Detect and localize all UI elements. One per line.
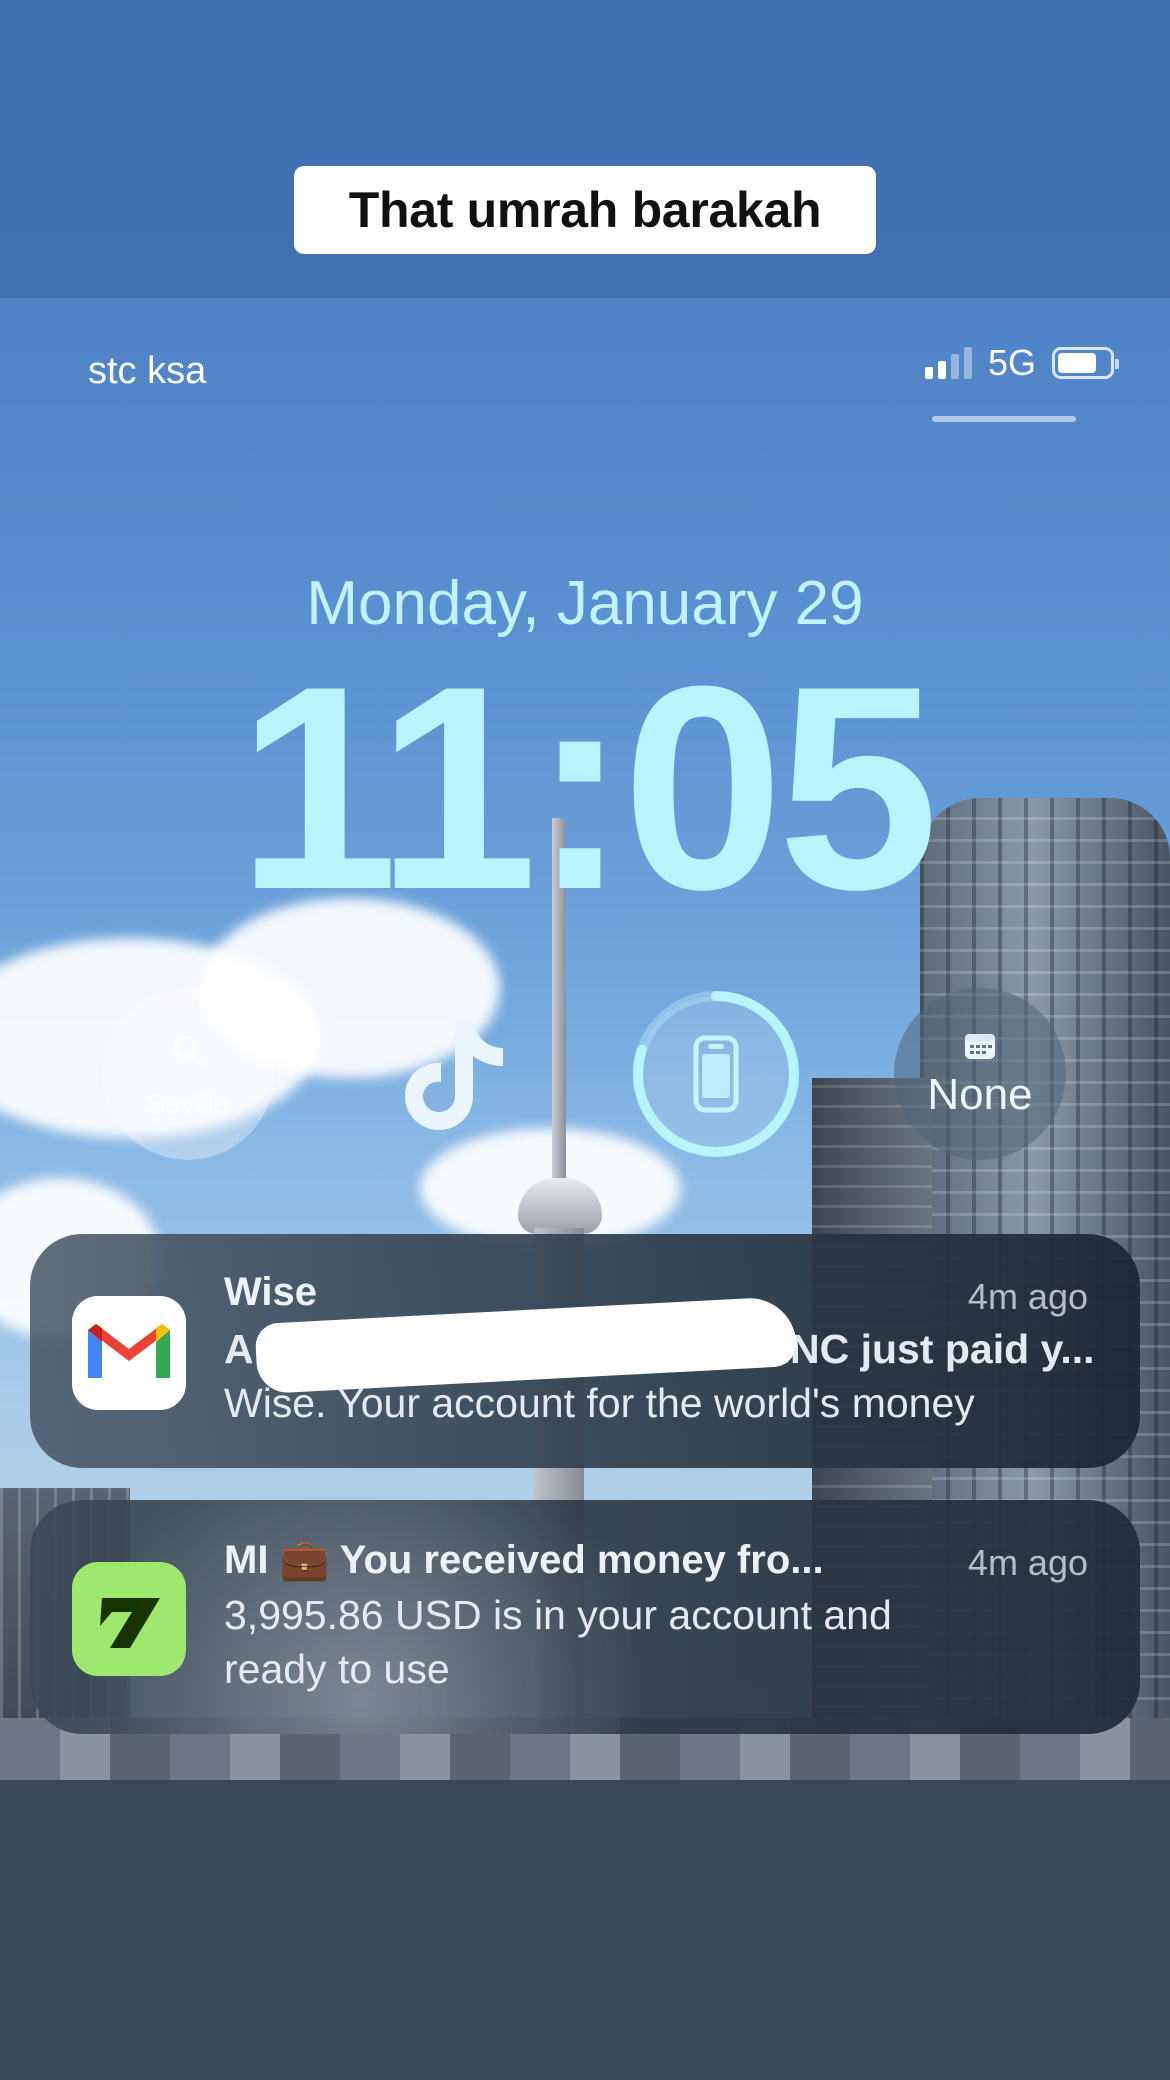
battery-ring — [633, 991, 799, 1157]
lock-clock: 11:05 — [237, 626, 939, 950]
notification-body: Wise. Your account for the world's money — [224, 1380, 975, 1426]
status-indicators: 5G — [924, 342, 1119, 384]
notification-body-line2: ready to use — [224, 1646, 450, 1692]
wise-icon — [72, 1562, 186, 1676]
story-footer — [0, 1780, 1170, 2080]
battery-icon — [1052, 347, 1119, 379]
network-type: 5G — [987, 342, 1036, 383]
weather-location: Seville — [146, 1088, 230, 1119]
tower-pod — [518, 1178, 602, 1234]
weather-widget[interactable]: Seville — [102, 988, 274, 1160]
caption-text: That umrah barakah — [348, 182, 822, 238]
carrier-label: stc ksa — [88, 350, 207, 392]
battery-cap — [1115, 359, 1119, 369]
story-header: That umrah barakah — [0, 0, 1170, 298]
notification-title: MI 💼 You received money fro... — [224, 1538, 824, 1582]
subject-suffix: INC just paid y... — [778, 1326, 1095, 1372]
signal-bar — [963, 347, 972, 379]
signal-bar — [924, 367, 933, 379]
signal-bar — [950, 354, 959, 379]
caption-sticker: That umrah barakah — [294, 166, 876, 254]
device-battery-widget[interactable] — [630, 988, 802, 1160]
notification-time: 4m ago — [967, 1276, 1088, 1317]
notification-body-line1: 3,995.86 USD is in your account and — [224, 1592, 892, 1638]
control-center-indicator[interactable] — [932, 416, 1076, 422]
calendar-icon — [965, 1034, 995, 1059]
calendar-label: None — [927, 1070, 1033, 1119]
lock-screen: stc ksa 5G Monday, January 29 11:05 Sevi… — [0, 298, 1170, 1780]
battery-fill — [1058, 353, 1096, 373]
signal-icon — [924, 347, 972, 379]
signal-bar — [937, 361, 946, 379]
tiktok-icon — [405, 1020, 503, 1130]
search-icon — [173, 1035, 204, 1066]
tiktok-widget[interactable] — [366, 988, 538, 1160]
notification-time: 4m ago — [967, 1542, 1088, 1583]
notification-gmail[interactable]: Wise 4m ago A INC just paid y... Wise. Yo… — [30, 1234, 1140, 1468]
notification-wise[interactable]: MI 💼 You received money fro... 4m ago 3,… — [30, 1500, 1140, 1734]
notification-title: Wise — [224, 1270, 318, 1314]
gmail-icon — [72, 1296, 186, 1410]
calendar-widget[interactable]: None — [894, 988, 1066, 1160]
subject-prefix: A — [224, 1326, 254, 1372]
